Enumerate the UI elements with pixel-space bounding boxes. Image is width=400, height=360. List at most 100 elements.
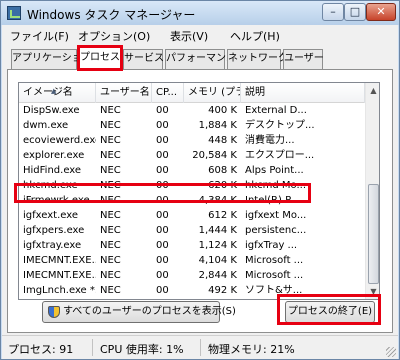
menu-file[interactable]: ファイル(F) — [10, 28, 69, 44]
process-name: ImgLnch.exe *... — [23, 285, 96, 296]
process-name: jusched.exe *... — [19, 298, 96, 299]
process-cpu: 00 — [156, 135, 169, 146]
process-desc: igfxTray ... — [245, 240, 298, 251]
process-row[interactable]: dwm.exe NEC 00 1,884 K デスクトップ... — [19, 118, 365, 133]
selected-process-row[interactable]: explorer.exe NEC 00 20,584 K エクスプロー... — [19, 148, 365, 163]
process-row[interactable]: IMECMNT.EXE... NEC 00 2,844 K Microsoft ... — [19, 268, 365, 283]
menu-help[interactable]: ヘルプ(H) — [230, 28, 280, 44]
process-row[interactable]: HidFind.exe NEC 00 608 K Alps Point... — [19, 163, 365, 178]
resize-grip[interactable] — [386, 347, 396, 357]
tab-applications[interactable]: アプリケーション — [11, 49, 92, 69]
task-manager-icon — [7, 6, 21, 20]
process-user: NEC — [100, 210, 121, 221]
end-process-highlight — [277, 294, 381, 325]
process-cpu: 00 — [156, 270, 169, 281]
show-all-users-label: すべてのユーザーのプロセスを表示(S) — [63, 306, 236, 317]
process-desc: igfxext Mo... — [245, 210, 307, 221]
process-row[interactable]: igfxpers.exe NEC 00 1,444 K persistenc... — [19, 223, 365, 238]
process-cpu: 00 — [156, 150, 169, 161]
process-row[interactable]: igfxtray.exe NEC 00 1,124 K igfxTray ... — [19, 238, 365, 253]
process-memory: 400 K — [208, 105, 237, 116]
process-desc: Alps Point... — [245, 165, 304, 176]
minimize-button[interactable]: – — [322, 3, 344, 21]
status-divider — [92, 339, 93, 356]
scroll-up-icon[interactable]: ▲ — [366, 83, 379, 98]
status-memory-usage: 物理メモリ: 21% — [208, 343, 295, 356]
menu-view[interactable]: 表示(V) — [170, 28, 208, 44]
process-cpu: 00 — [156, 225, 169, 236]
tab-users[interactable]: ユーザー — [283, 49, 324, 69]
selected-row-highlight — [14, 183, 311, 203]
process-user: NEC — [100, 165, 121, 176]
process-name: explorer.exe — [23, 150, 85, 161]
process-user: NEC — [100, 105, 121, 116]
process-cpu: 00 — [156, 255, 169, 266]
column-description[interactable]: 説明 — [241, 83, 365, 103]
process-user: NEC — [100, 255, 121, 266]
process-memory: 20,584 K — [192, 150, 237, 161]
title-bar[interactable]: Windows タスク マネージャー – □ ✕ — [1, 1, 399, 25]
tab-services[interactable]: サービス — [123, 49, 164, 69]
process-user: NEC — [100, 285, 121, 296]
process-name: igfxtray.exe — [23, 240, 82, 251]
process-memory: 448 K — [208, 135, 237, 146]
process-cpu: 00 — [156, 165, 169, 176]
process-row[interactable]: igfxext.exe NEC 00 612 K igfxext Mo... — [19, 208, 365, 223]
process-name: ecoviewerd.exe — [23, 135, 96, 146]
process-cpu: 00 — [152, 298, 184, 299]
process-memory: 144 K — [184, 298, 241, 299]
tab-network[interactable]: ネットワーク — [227, 49, 288, 69]
process-user: NEC — [100, 240, 121, 251]
process-desc: デスクトップ... — [245, 120, 315, 131]
menu-options[interactable]: オプション(O) — [78, 28, 150, 44]
process-user: NEC — [100, 135, 121, 146]
process-row[interactable]: IMECMNT.EXE... NEC 00 4,104 K Microsoft ... — [19, 253, 365, 268]
process-cpu: 00 — [156, 105, 169, 116]
status-divider — [200, 339, 201, 356]
process-cpu: 00 — [156, 285, 169, 296]
maximize-button[interactable]: □ — [344, 3, 366, 21]
process-memory: 1,444 K — [198, 225, 237, 236]
process-name: igfxpers.exe — [23, 225, 85, 236]
vertical-scrollbar[interactable]: ▲ ▼ — [365, 83, 379, 299]
process-desc: Microsoft ... — [245, 270, 304, 281]
column-user-name[interactable]: ユーザー名 — [96, 83, 152, 103]
process-memory: 608 K — [208, 165, 237, 176]
process-memory: 2,844 K — [198, 270, 237, 281]
status-bar: プロセス: 91 CPU 使用率: 1% 物理メモリ: 21% — [2, 335, 398, 359]
process-memory: 612 K — [208, 210, 237, 221]
shield-icon — [48, 306, 60, 318]
process-desc: エクスプロー... — [245, 150, 315, 161]
process-name: HidFind.exe — [23, 165, 82, 176]
task-manager-window: Windows タスク マネージャー – □ ✕ ファイル(F) オプション(O… — [0, 0, 400, 360]
process-memory: 4,104 K — [198, 255, 237, 266]
tab-performance[interactable]: パフォーマンス — [165, 49, 236, 69]
status-process-count: プロセス: 91 — [8, 343, 74, 356]
process-desc: External D... — [245, 105, 307, 116]
process-cpu: 00 — [156, 120, 169, 131]
process-user: NEC — [100, 150, 121, 161]
process-name: IMECMNT.EXE... — [23, 270, 96, 281]
column-memory[interactable]: メモリ (プラ... — [184, 83, 241, 103]
column-cpu[interactable]: CP... — [152, 83, 184, 103]
close-button[interactable]: ✕ — [366, 3, 396, 21]
show-all-users-button[interactable]: すべてのユーザーのプロセスを表示(S) — [42, 301, 236, 323]
process-desc: 消費電力... — [245, 135, 295, 146]
process-memory: 1,884 K — [198, 120, 237, 131]
scroll-thumb[interactable] — [368, 184, 379, 284]
status-cpu-usage: CPU 使用率: 1% — [100, 343, 184, 356]
menu-bar: ファイル(F) オプション(O) 表示(V) ヘルプ(H) — [2, 25, 398, 45]
process-desc: persistenc... — [245, 225, 307, 236]
process-user: NEC — [100, 120, 121, 131]
list-header: イメージ名 ▲ ユーザー名 CP... メモリ (プラ... 説明 — [19, 83, 365, 103]
process-user: NEC — [100, 270, 121, 281]
process-desc: Microsoft ... — [245, 255, 304, 266]
process-row[interactable]: DispSw.exe NEC 00 400 K External D... — [19, 103, 365, 118]
column-image-name[interactable]: イメージ名 ▲ — [19, 83, 96, 103]
sort-up-icon: ▲ — [51, 87, 57, 95]
process-cpu: 00 — [156, 210, 169, 221]
process-row[interactable]: ecoviewerd.exe NEC 00 448 K 消費電力... — [19, 133, 365, 148]
window-title: Windows タスク マネージャー — [27, 8, 196, 22]
process-name: dwm.exe — [23, 120, 69, 131]
process-user: NEC — [96, 298, 152, 299]
